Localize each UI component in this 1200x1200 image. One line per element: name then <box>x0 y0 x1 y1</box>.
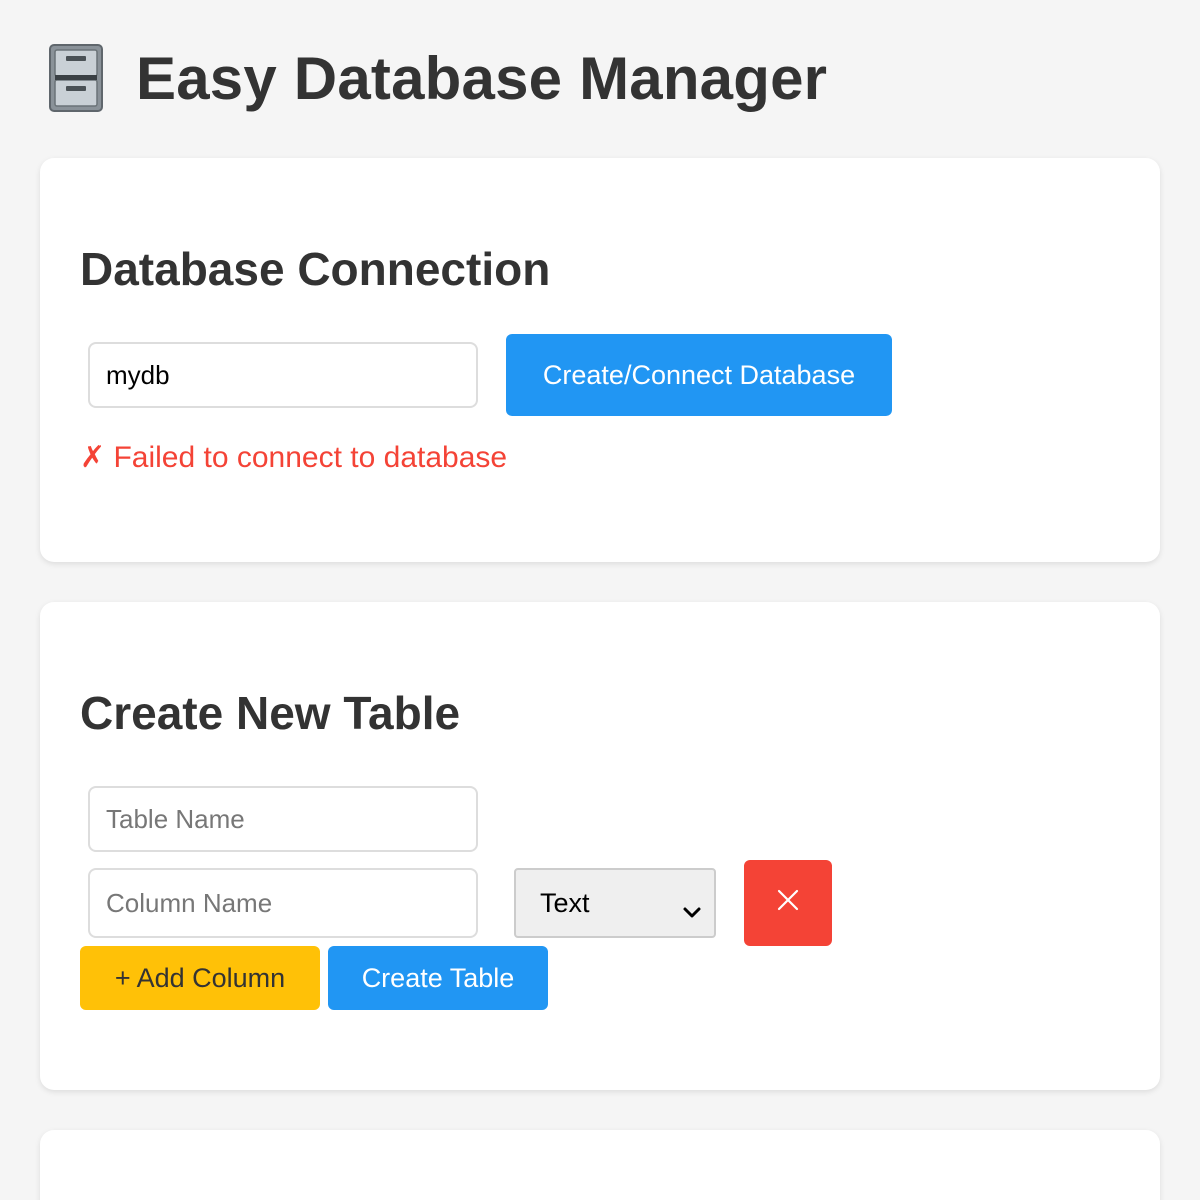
table-name-input[interactable] <box>88 786 478 852</box>
database-connection-card: Database Connection Create/Connect Datab… <box>40 158 1160 562</box>
column-type-select[interactable]: Text <box>514 868 716 938</box>
file-cabinet-icon <box>48 43 104 113</box>
chevron-down-icon <box>682 896 702 918</box>
column-type-value: Text <box>540 887 590 918</box>
delete-column-button[interactable] <box>744 860 832 946</box>
close-icon <box>776 888 800 919</box>
page: Easy Database Manager Database Connectio… <box>0 0 1200 1200</box>
column-name-input[interactable] <box>88 868 478 938</box>
create-table-section-title: Create New Table <box>80 687 461 739</box>
connection-status-message: ✗ Failed to connect to database <box>80 441 508 474</box>
connection-section-title: Database Connection <box>80 243 551 295</box>
app-title: Easy Database Manager <box>136 44 828 112</box>
add-column-button[interactable]: + Add Column <box>80 946 320 1010</box>
database-name-input[interactable] <box>88 342 478 408</box>
create-table-card: Create New Table Text + Add Column Creat… <box>40 602 1160 1090</box>
create-table-button[interactable]: Create Table <box>328 946 548 1010</box>
next-section-card <box>40 1130 1160 1200</box>
app-header: Easy Database Manager <box>48 40 827 116</box>
connect-database-button[interactable]: Create/Connect Database <box>506 334 892 416</box>
